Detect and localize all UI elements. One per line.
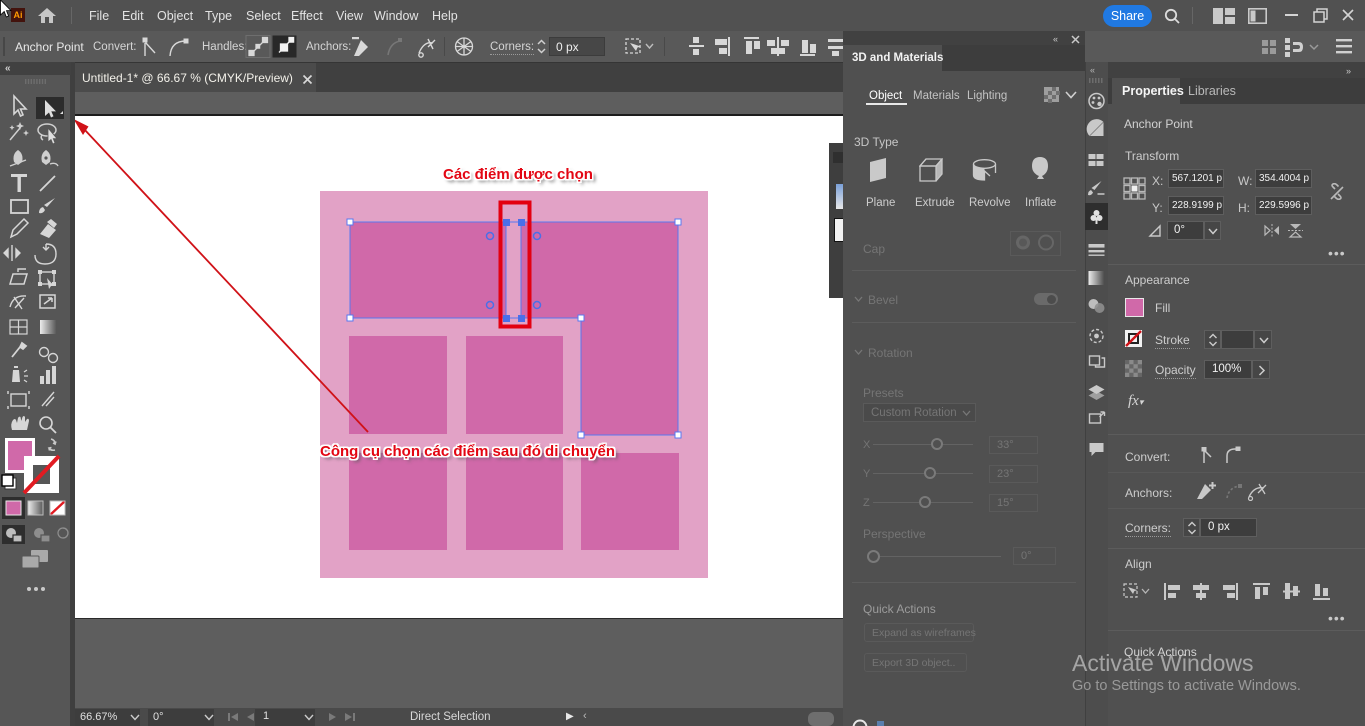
svg-text:«: « <box>1090 65 1095 75</box>
